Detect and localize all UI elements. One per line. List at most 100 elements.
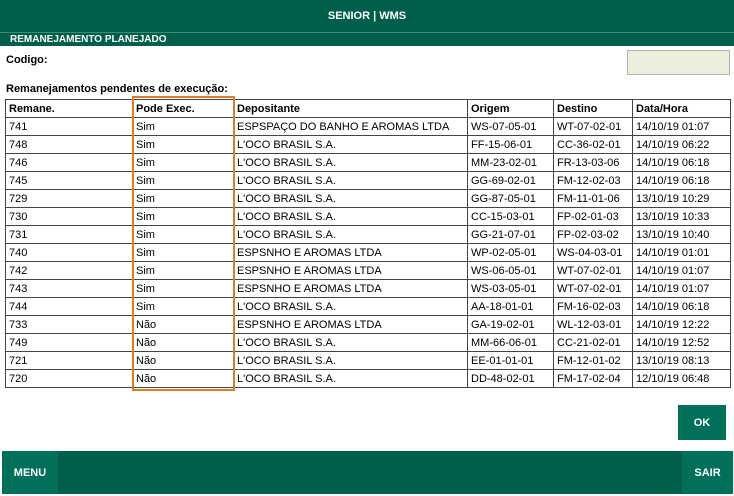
cell-depositante: ESPSPAÇO DO BANHO E AROMAS LTDA [233, 117, 468, 136]
cell-pode-exec: Não [132, 333, 234, 352]
table-row[interactable]: 720 Não L'OCO BRASIL S.A. DD-48-02-01 FM-17-… [5, 369, 731, 388]
cell-depositante: ESPSNHO E AROMAS LTDA [233, 261, 468, 280]
cell-pode-exec: Não [132, 369, 234, 388]
code-label: Codigo: [6, 54, 48, 66]
footer-bar [2, 451, 733, 494]
cell-depositante: L'OCO BRASIL S.A. [233, 171, 468, 190]
table-row[interactable]: 729 Sim L'OCO BRASIL S.A. GG-87-05-01 FM-11-… [5, 189, 731, 208]
cell-destino: FM-12-02-03 [553, 171, 633, 190]
cell-pode-exec: Sim [132, 297, 234, 316]
cell-remane: 746 [5, 153, 133, 172]
cell-pode-exec: Sim [132, 261, 234, 280]
cell-pode-exec: Não [132, 315, 234, 334]
cell-remane: 741 [5, 117, 133, 136]
cell-data-hora: 14/10/19 12:22 [632, 315, 731, 334]
cell-pode-exec: Sim [132, 225, 234, 244]
cell-depositante: ESPSNHO E AROMAS LTDA [233, 315, 468, 334]
table-row[interactable]: 721 Não L'OCO BRASIL S.A. EE-01-01-01 FM-12-… [5, 351, 731, 370]
cell-depositante: L'OCO BRASIL S.A. [233, 369, 468, 388]
cell-destino: FM-17-02-04 [553, 369, 633, 388]
table-row[interactable]: 745 Sim L'OCO BRASIL S.A. GG-69-02-01 FM-12-… [5, 171, 731, 190]
table-row[interactable]: 749 Não L'OCO BRASIL S.A. MM-66-06-01 CC-21-… [5, 333, 731, 352]
cell-remane: 729 [5, 189, 133, 208]
cell-origem: MM-23-02-01 [467, 153, 554, 172]
cell-destino: FR-13-03-06 [553, 153, 633, 172]
cell-data-hora: 14/10/19 01:07 [632, 279, 731, 298]
cell-remane: 730 [5, 207, 133, 226]
table-row[interactable]: 740 Sim ESPSNHO E AROMAS LTDA WP-02-05-01 WS… [5, 243, 731, 262]
table-row[interactable]: 741 Sim ESPSPAÇO DO BANHO E AROMAS LTDA WS-… [5, 117, 731, 136]
page-title: REMANEJAMENTO PLANEJADO [0, 32, 734, 46]
cell-depositante: L'OCO BRASIL S.A. [233, 333, 468, 352]
table-row[interactable]: 743 Sim ESPSNHO E AROMAS LTDA WS-03-05-01 WT… [5, 279, 731, 298]
column-header-origem: Origem [467, 99, 554, 118]
cell-pode-exec: Sim [132, 153, 234, 172]
cell-origem: AA-18-01-01 [467, 297, 554, 316]
cell-data-hora: 14/10/19 06:18 [632, 153, 731, 172]
column-header-destino: Destino [553, 99, 633, 118]
cell-remane: 731 [5, 225, 133, 244]
cell-destino: FM-12-01-02 [553, 351, 633, 370]
cell-depositante: L'OCO BRASIL S.A. [233, 297, 468, 316]
cell-remane: 743 [5, 279, 133, 298]
cell-data-hora: 14/10/19 12:52 [632, 333, 731, 352]
cell-remane: 748 [5, 135, 133, 154]
code-input[interactable] [627, 50, 730, 75]
table-row[interactable]: 746 Sim L'OCO BRASIL S.A. MM-23-02-01 FR-13-… [5, 153, 731, 172]
cell-destino: FM-16-02-03 [553, 297, 633, 316]
cell-depositante: L'OCO BRASIL S.A. [233, 153, 468, 172]
cell-origem: EE-01-01-01 [467, 351, 554, 370]
cell-destino: WS-04-03-01 [553, 243, 633, 262]
cell-pode-exec: Sim [132, 189, 234, 208]
cell-remane: 720 [5, 369, 133, 388]
cell-destino: CC-21-02-01 [553, 333, 633, 352]
cell-origem: FF-15-06-01 [467, 135, 554, 154]
cell-pode-exec: Não [132, 351, 234, 370]
cell-data-hora: 13/10/19 10:29 [632, 189, 731, 208]
pending-section-label: Remanejamentos pendentes de execução: [6, 83, 228, 95]
cell-pode-exec: Sim [132, 207, 234, 226]
cell-remane: 733 [5, 315, 133, 334]
cell-pode-exec: Sim [132, 171, 234, 190]
cell-origem: WP-02-05-01 [467, 243, 554, 262]
cell-destino: FP-02-01-03 [553, 207, 633, 226]
ok-button[interactable]: OK [678, 405, 726, 440]
table-row[interactable]: 748 Sim L'OCO BRASIL S.A. FF-15-06-01 CC-36-… [5, 135, 731, 154]
cell-depositante: ESPSNHO E AROMAS LTDA [233, 279, 468, 298]
cell-depositante: L'OCO BRASIL S.A. [233, 189, 468, 208]
cell-destino: FP-02-03-02 [553, 225, 633, 244]
cell-depositante: L'OCO BRASIL S.A. [233, 351, 468, 370]
cell-origem: CC-15-03-01 [467, 207, 554, 226]
cell-origem: GG-87-05-01 [467, 189, 554, 208]
column-header-data-hora: Data/Hora [632, 99, 731, 118]
cell-data-hora: 14/10/19 06:18 [632, 171, 731, 190]
cell-origem: MM-66-06-01 [467, 333, 554, 352]
cell-origem: GG-21-07-01 [467, 225, 554, 244]
table-row[interactable]: 742 Sim ESPSNHO E AROMAS LTDA WS-06-05-01 WT… [5, 261, 731, 280]
cell-destino: FM-11-01-06 [553, 189, 633, 208]
cell-pode-exec: Sim [132, 279, 234, 298]
column-header-depositante: Depositante [233, 99, 468, 118]
cell-pode-exec: Sim [132, 243, 234, 262]
cell-origem: WS-03-05-01 [467, 279, 554, 298]
table-row[interactable]: 731 Sim L'OCO BRASIL S.A. GG-21-07-01 FP-02-… [5, 225, 731, 244]
pending-remanejamentos-table: Remane. Pode Exec. Depositante Origem De… [5, 99, 731, 388]
table-row[interactable]: 744 Sim L'OCO BRASIL S.A. AA-18-01-01 FM-16-… [5, 297, 731, 316]
cell-depositante: L'OCO BRASIL S.A. [233, 207, 468, 226]
cell-pode-exec: Sim [132, 135, 234, 154]
cell-origem: WS-06-05-01 [467, 261, 554, 280]
cell-data-hora: 14/10/19 06:22 [632, 135, 731, 154]
cell-remane: 744 [5, 297, 133, 316]
menu-button[interactable]: MENU [2, 451, 58, 494]
cell-origem: GG-69-02-01 [467, 171, 554, 190]
cell-remane: 721 [5, 351, 133, 370]
exit-button[interactable]: SAIR [682, 451, 733, 494]
table-row[interactable]: 730 Sim L'OCO BRASIL S.A. CC-15-03-01 FP-02-… [5, 207, 731, 226]
cell-data-hora: 13/10/19 10:33 [632, 207, 731, 226]
cell-destino: CC-36-02-01 [553, 135, 633, 154]
cell-remane: 745 [5, 171, 133, 190]
cell-remane: 749 [5, 333, 133, 352]
cell-destino: WT-07-02-01 [553, 279, 633, 298]
table-row[interactable]: 733 Não ESPSNHO E AROMAS LTDA GA-19-02-01 WL… [5, 315, 731, 334]
cell-depositante: L'OCO BRASIL S.A. [233, 135, 468, 154]
